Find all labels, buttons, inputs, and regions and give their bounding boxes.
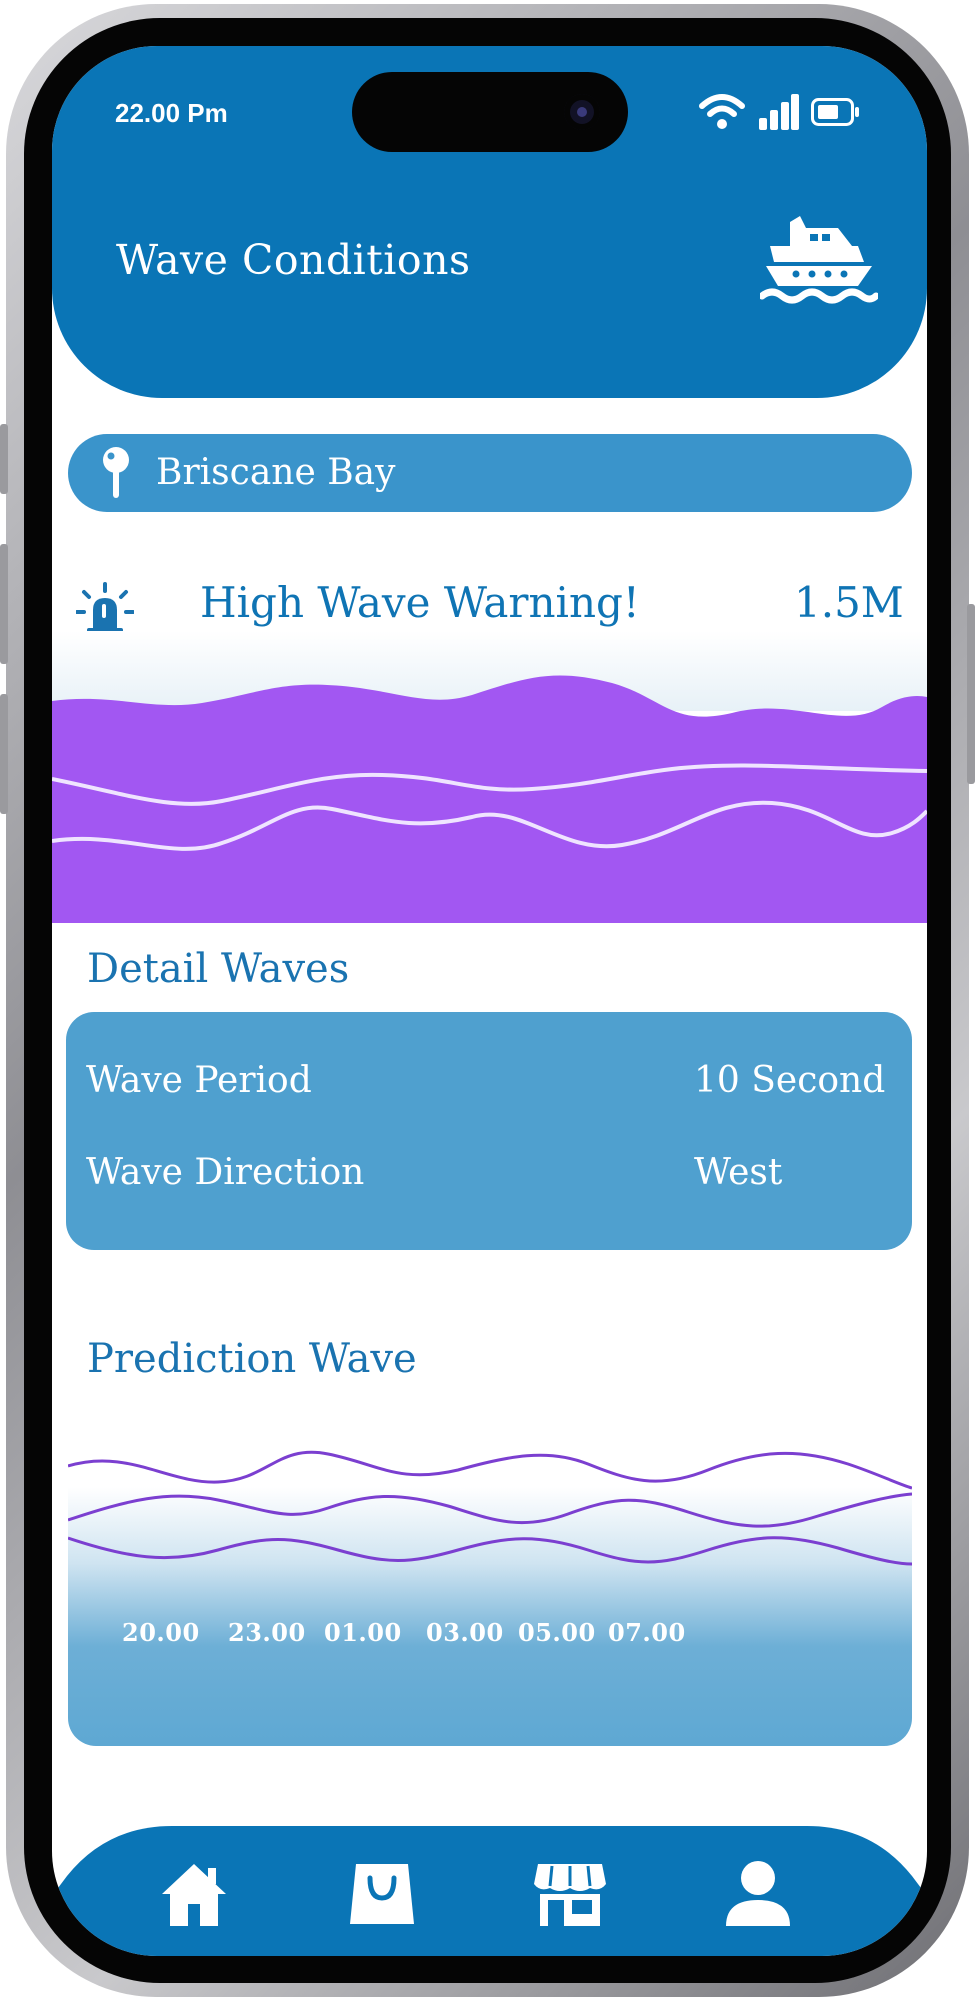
time-label: 05.00 bbox=[518, 1618, 596, 1647]
prediction-wave-title: Prediction Wave bbox=[87, 1336, 417, 1382]
wave-direction-label: Wave Direction bbox=[86, 1152, 365, 1193]
nav-profile[interactable] bbox=[718, 1854, 798, 1932]
bottom-nav bbox=[52, 1826, 927, 1956]
wave-direction-row: Wave Direction West bbox=[86, 1152, 898, 1206]
power-button bbox=[967, 604, 975, 784]
time-label: 07.00 bbox=[608, 1618, 686, 1647]
time-label: 20.00 bbox=[122, 1618, 200, 1647]
wave-illustration bbox=[52, 631, 927, 923]
mute-switch bbox=[0, 424, 8, 494]
wifi-icon bbox=[699, 94, 745, 129]
alarm-siren-icon bbox=[76, 582, 134, 635]
nav-home[interactable] bbox=[154, 1854, 234, 1932]
time-label: 01.00 bbox=[324, 1618, 402, 1647]
status-time: 22.00 Pm bbox=[115, 98, 228, 128]
store-icon bbox=[534, 1864, 606, 1926]
nav-store[interactable] bbox=[530, 1854, 610, 1932]
volume-up-button bbox=[0, 544, 8, 664]
home-icon bbox=[162, 1864, 226, 1926]
status-icons bbox=[699, 88, 899, 138]
nav-shop[interactable] bbox=[342, 1854, 422, 1932]
cellular-signal-icon bbox=[759, 94, 799, 130]
page-title: Wave Conditions bbox=[116, 236, 471, 284]
prediction-wave-chart bbox=[68, 1414, 912, 1746]
location-selector[interactable]: Briscane Bay bbox=[68, 434, 912, 512]
dynamic-island bbox=[352, 72, 628, 152]
wave-direction-value: West bbox=[694, 1152, 783, 1193]
wave-period-value: 10 Second bbox=[694, 1060, 886, 1101]
detail-waves-title: Detail Waves bbox=[87, 946, 350, 992]
time-label: 03.00 bbox=[426, 1618, 504, 1647]
warning-title: High Wave Warning! bbox=[200, 578, 640, 627]
wave-height-value: 1.5M bbox=[794, 578, 904, 627]
location-name: Briscane Bay bbox=[156, 452, 396, 493]
prediction-wave-card: 20.00 23.00 01.00 03.00 05.00 07.00 bbox=[68, 1414, 912, 1746]
front-camera bbox=[564, 94, 600, 130]
battery-icon bbox=[811, 98, 859, 126]
wave-period-row: Wave Period 10 Second bbox=[86, 1060, 898, 1114]
detail-waves-card: Wave Period 10 Second Wave Direction Wes… bbox=[66, 1012, 912, 1250]
wave-period-label: Wave Period bbox=[86, 1060, 312, 1101]
time-label: 23.00 bbox=[228, 1618, 306, 1647]
location-pin-icon bbox=[103, 447, 129, 498]
user-icon bbox=[726, 1861, 790, 1926]
volume-down-button bbox=[0, 694, 8, 814]
app-screen: 22.00 Pm Wave Conditions Briscane Bay Hi… bbox=[52, 46, 927, 1956]
app-header: 22.00 Pm Wave Conditions bbox=[52, 46, 927, 398]
shopping-bag-icon bbox=[350, 1864, 414, 1924]
boat-icon bbox=[760, 216, 878, 304]
